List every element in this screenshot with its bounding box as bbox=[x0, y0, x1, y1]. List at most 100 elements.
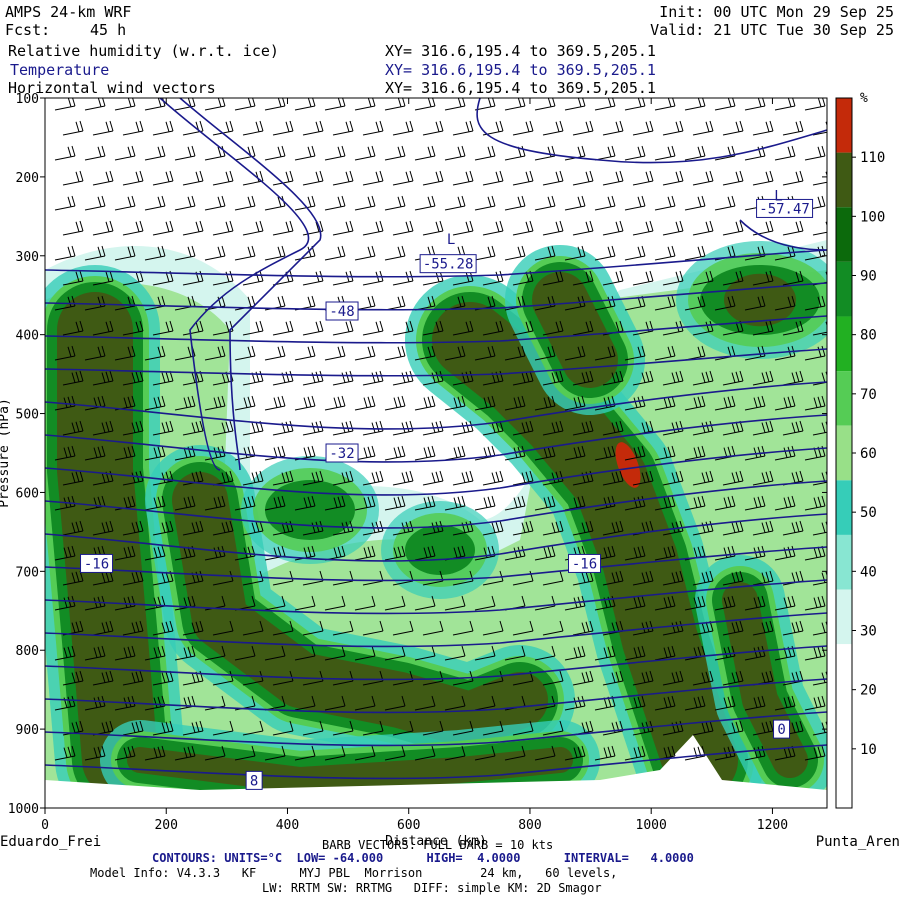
y-tick-label: 200 bbox=[16, 171, 39, 186]
wind-barb bbox=[512, 120, 534, 136]
wind-barb bbox=[264, 145, 286, 161]
wind-barb bbox=[204, 245, 226, 261]
wind-barb bbox=[332, 270, 354, 286]
wind-barb bbox=[452, 120, 474, 136]
wind-barb bbox=[362, 170, 384, 186]
y-tick-label: 400 bbox=[16, 329, 39, 344]
x-tick-label: 0 bbox=[41, 818, 49, 833]
wind-barb bbox=[84, 145, 106, 161]
wind-barb bbox=[384, 195, 406, 211]
wind-barb bbox=[542, 220, 564, 236]
low-marker: L bbox=[447, 232, 455, 248]
colorbar-label: 10 bbox=[860, 742, 877, 758]
colorbar-label: 80 bbox=[860, 328, 877, 344]
wind-barb bbox=[354, 145, 376, 161]
temperature-label: 0 bbox=[777, 722, 785, 738]
wind-barb bbox=[452, 220, 474, 236]
wind-barb bbox=[362, 370, 384, 386]
colorbar-label: 50 bbox=[860, 505, 877, 521]
wind-barb bbox=[692, 170, 714, 186]
colorbar-swatch bbox=[836, 480, 852, 535]
wind-barb bbox=[242, 120, 264, 136]
wind-barb bbox=[242, 170, 264, 186]
y-tick-label: 500 bbox=[16, 408, 39, 423]
wind-barb bbox=[594, 195, 616, 211]
wind-barb bbox=[182, 170, 204, 186]
wind-barb bbox=[392, 470, 414, 486]
wind-barb bbox=[392, 270, 414, 286]
wind-barb bbox=[542, 120, 564, 136]
temperature-label: -32 bbox=[329, 446, 354, 462]
wind-barb bbox=[122, 170, 144, 186]
wind-barb bbox=[272, 420, 294, 436]
wind-barb bbox=[332, 370, 354, 386]
wind-barb bbox=[54, 195, 76, 211]
endpoint-left: Eduardo_Frei bbox=[0, 834, 101, 850]
wind-barb bbox=[684, 195, 706, 211]
colorbar-label: 90 bbox=[860, 269, 877, 285]
colorbar-swatch bbox=[836, 698, 852, 754]
x-tick-label: 1000 bbox=[636, 818, 667, 833]
y-axis-title: Pressure (hPa) bbox=[0, 398, 12, 508]
endpoint-right: Punta_Aren bbox=[816, 834, 900, 850]
wind-barb bbox=[812, 171, 827, 186]
wind-barb bbox=[632, 220, 654, 236]
wind-barb bbox=[182, 120, 204, 136]
wind-barb bbox=[752, 170, 774, 186]
low-marker: L bbox=[774, 189, 782, 205]
wind-barb bbox=[692, 120, 714, 136]
wind-barb bbox=[62, 220, 84, 236]
wind-barb bbox=[362, 320, 384, 336]
x-tick-label: 200 bbox=[154, 818, 177, 833]
wind-barb bbox=[474, 495, 496, 511]
wind-barb bbox=[512, 170, 534, 186]
wind-barb bbox=[444, 145, 466, 161]
colorbar-swatch bbox=[836, 152, 852, 208]
wind-barb bbox=[354, 245, 376, 261]
wind-barb bbox=[122, 120, 144, 136]
wind-barb bbox=[392, 170, 414, 186]
wind-barb bbox=[84, 195, 106, 211]
wind-barb bbox=[624, 145, 646, 161]
wind-barb bbox=[242, 270, 264, 286]
wind-barb bbox=[174, 195, 196, 211]
colorbar-swatch bbox=[836, 589, 852, 645]
colorbar-swatch bbox=[836, 534, 852, 590]
colorbar-swatch bbox=[836, 316, 852, 372]
wind-barb bbox=[294, 345, 316, 361]
wind-barb bbox=[572, 220, 594, 236]
wind-barb bbox=[752, 120, 774, 136]
wind-barb bbox=[482, 470, 504, 486]
wind-barb bbox=[444, 445, 466, 461]
colorbar-swatch bbox=[836, 371, 852, 426]
wind-barb bbox=[152, 120, 174, 136]
x-tick-label: 600 bbox=[397, 818, 420, 833]
wind-barb bbox=[294, 145, 316, 161]
contours-info: CONTOURS: UNITS=°C LOW= -64.000 HIGH= 4.… bbox=[152, 851, 694, 865]
wind-barb bbox=[594, 145, 616, 161]
wind-barb bbox=[714, 195, 736, 211]
wind-barb bbox=[572, 120, 594, 136]
wind-barb bbox=[782, 220, 804, 236]
temperature-label: -16 bbox=[572, 556, 597, 572]
wind-barb bbox=[474, 245, 496, 261]
wind-barb bbox=[572, 170, 594, 186]
wind-barb bbox=[114, 195, 136, 211]
wind-barb bbox=[242, 220, 264, 236]
wind-barb bbox=[332, 170, 354, 186]
temperature-label: 8 bbox=[250, 773, 258, 789]
wind-barb bbox=[722, 120, 744, 136]
wind-barb bbox=[362, 120, 384, 136]
wind-barb bbox=[92, 120, 114, 136]
rh-field bbox=[45, 240, 827, 808]
wind-barb bbox=[482, 220, 504, 236]
wind-barb bbox=[152, 220, 174, 236]
wind-barb bbox=[302, 170, 324, 186]
wind-barb bbox=[354, 345, 376, 361]
y-tick-label: 700 bbox=[16, 565, 39, 580]
colorbar-label: 20 bbox=[860, 683, 877, 699]
colorbar-label: 40 bbox=[860, 564, 877, 580]
wind-barb bbox=[362, 220, 384, 236]
wind-barb bbox=[684, 145, 706, 161]
wind-barb bbox=[534, 195, 556, 211]
